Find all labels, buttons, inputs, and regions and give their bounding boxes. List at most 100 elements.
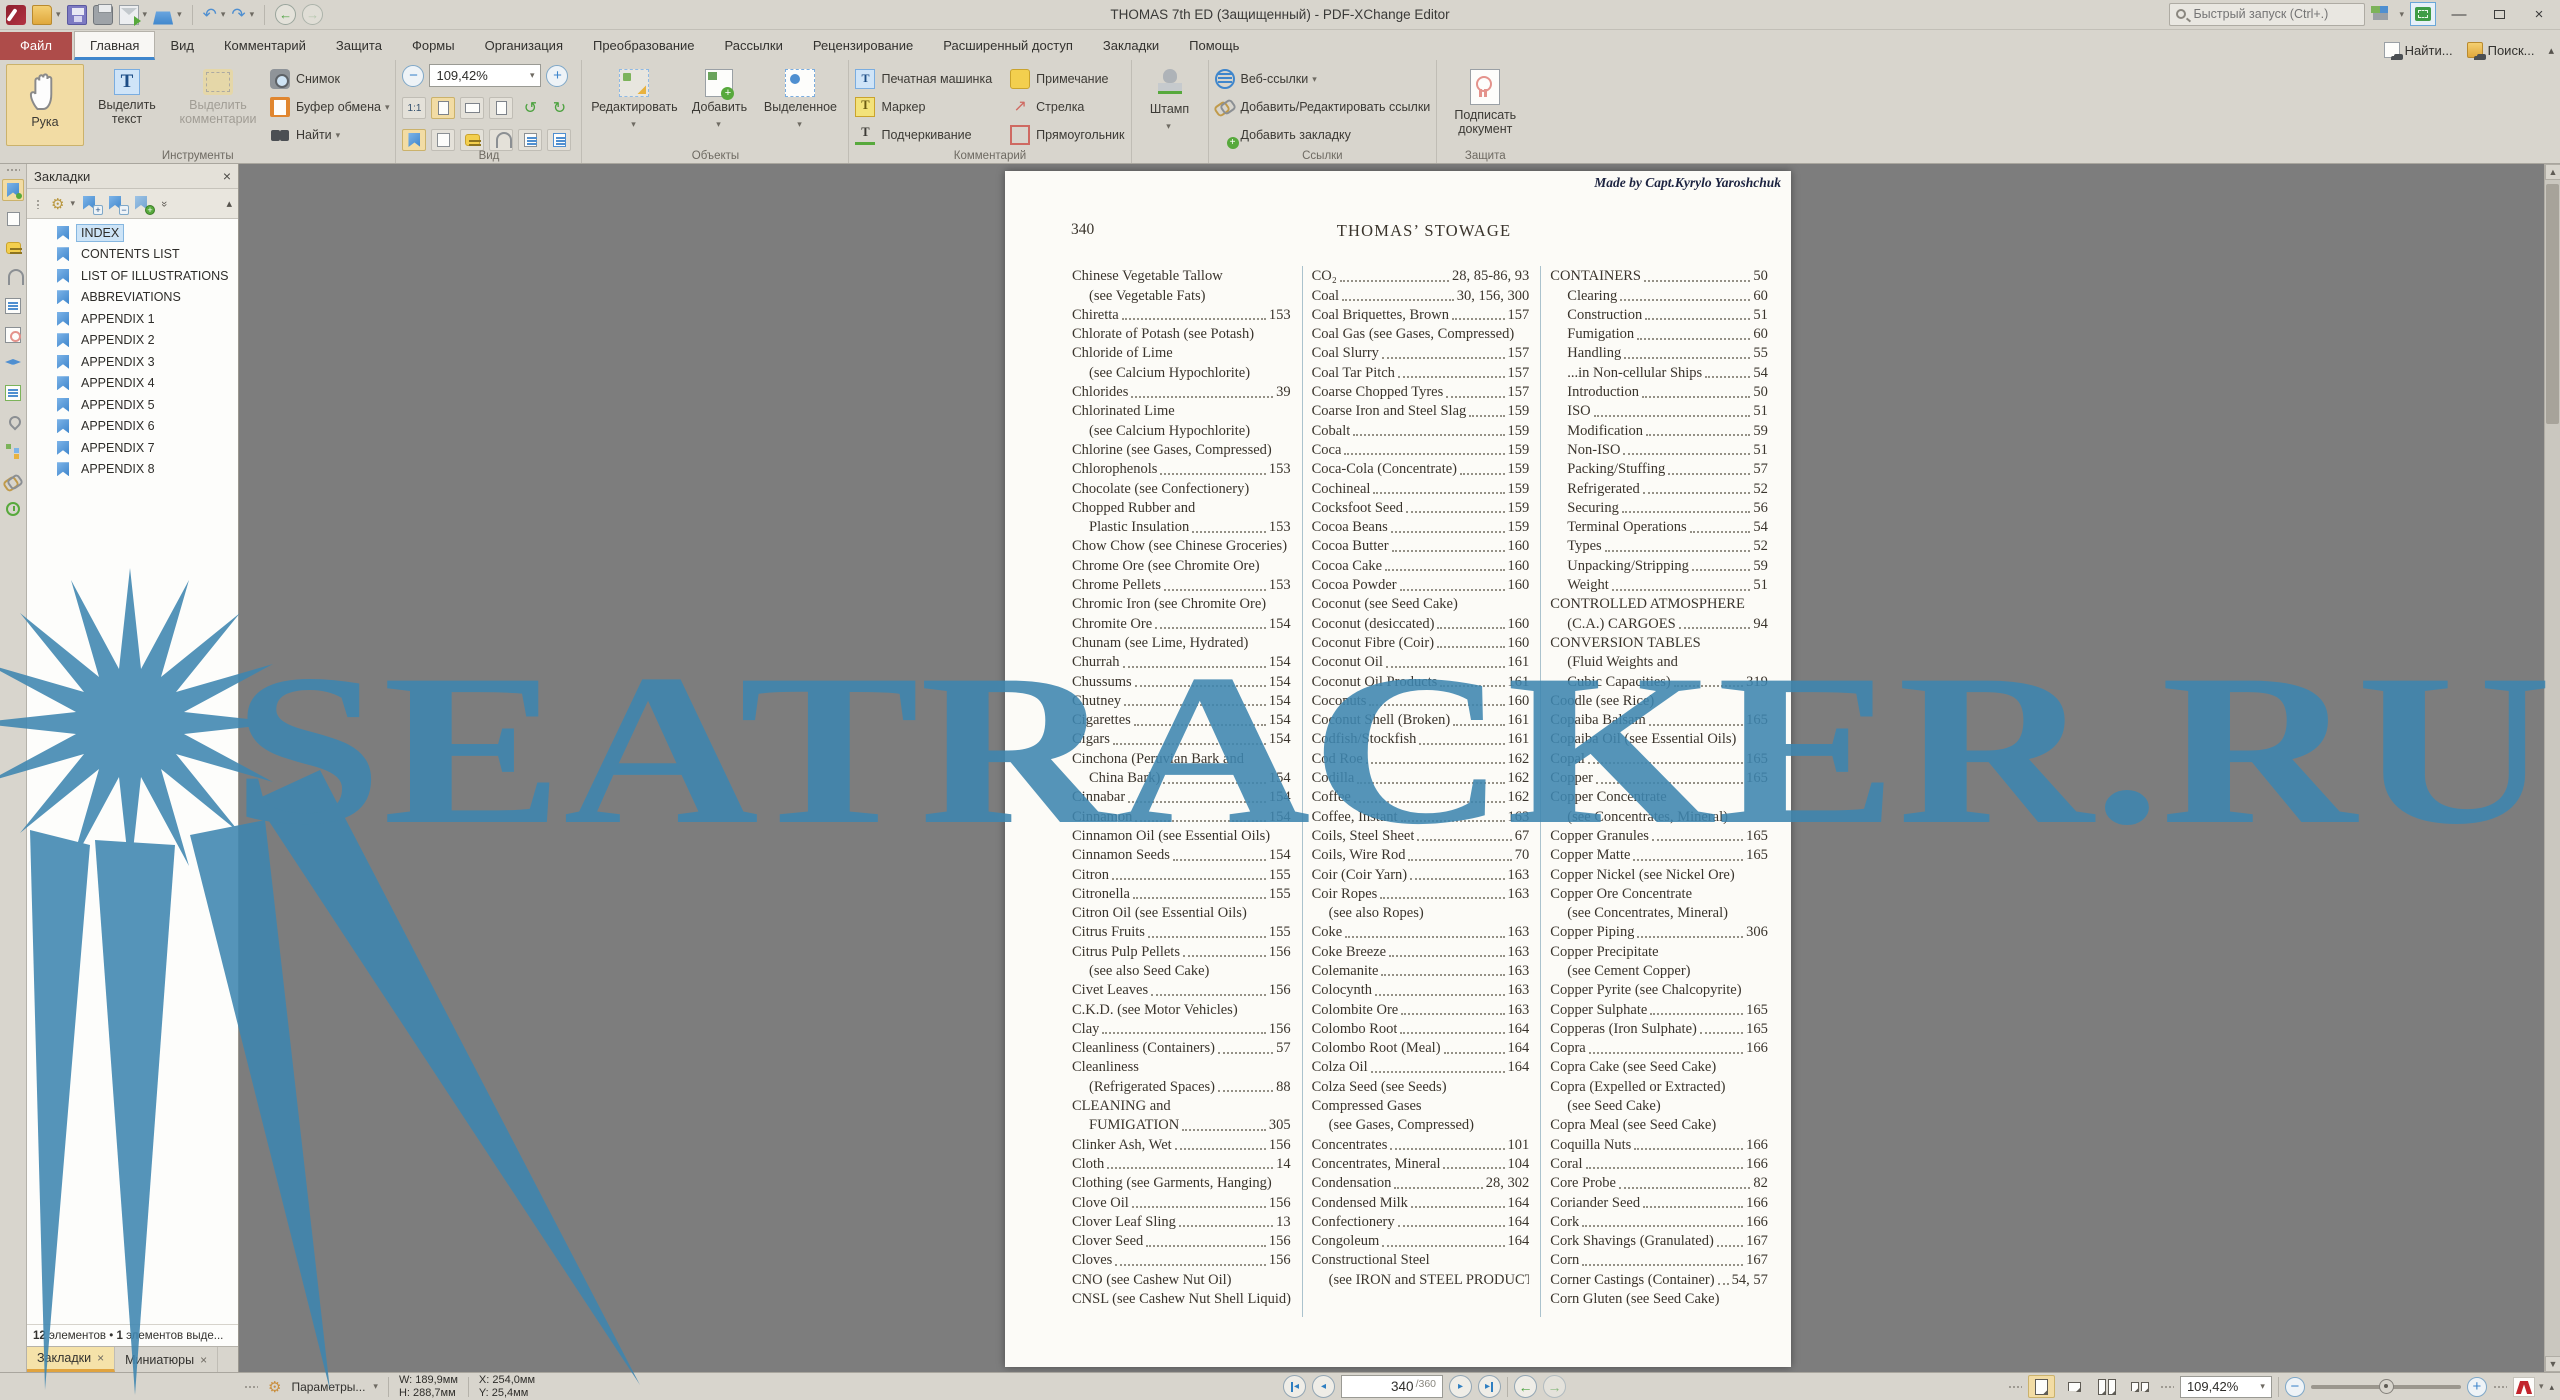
bookmarks-pane-button[interactable] xyxy=(402,129,426,151)
bookmark-item[interactable]: CONTENTS LIST xyxy=(27,244,238,266)
redo-icon[interactable]: ↷ xyxy=(231,5,245,25)
new-bookmark-icon[interactable]: + xyxy=(135,196,153,212)
menu-tab-mailings[interactable]: Рассылки xyxy=(709,32,797,60)
menu-tab-comment[interactable]: Комментарий xyxy=(209,32,321,60)
zoom-level-field[interactable]: 109,42%▾ xyxy=(429,64,541,87)
destinations-pane-tab[interactable] xyxy=(2,411,24,433)
print-icon[interactable] xyxy=(93,5,113,25)
bookmark-item[interactable]: LIST OF ILLUSTRATIONS xyxy=(27,265,238,287)
bookmark-options-icon[interactable]: ⚙ xyxy=(51,195,64,213)
clipboard-button[interactable]: Буфер обмена▾ xyxy=(270,96,389,118)
sign-document-button[interactable]: Подписать документ xyxy=(1443,64,1527,146)
fit-width-button[interactable] xyxy=(460,97,484,119)
tab-bookmarks[interactable]: Закладки× xyxy=(27,1347,115,1372)
quick-launch-input[interactable] xyxy=(2191,6,2341,22)
find-tool-button[interactable]: Найти▾ xyxy=(270,124,389,146)
document-view[interactable]: Made by Capt.Kyrylo Yaroshchuk 340 THOMA… xyxy=(239,164,2544,1372)
fit-visible-button[interactable] xyxy=(489,97,513,119)
ui-options-dropdown-icon[interactable]: ▾ xyxy=(2399,9,2404,20)
scanner-icon[interactable] xyxy=(153,5,173,25)
undo-icon[interactable]: ↶ xyxy=(203,5,217,25)
typewriter-button[interactable]: TПечатная машинка xyxy=(855,68,992,90)
options-dropdown-icon[interactable]: ▾ xyxy=(373,1381,378,1392)
menu-tab-protection[interactable]: Защита xyxy=(321,32,397,60)
select-comments-button[interactable]: Выделить комментарии xyxy=(170,64,266,146)
fit-page-button[interactable] xyxy=(431,97,455,119)
quick-launch-search[interactable] xyxy=(2169,3,2365,26)
redo-dropdown-icon[interactable]: ▾ xyxy=(250,9,255,20)
drag-handle[interactable] xyxy=(2008,1385,2022,1389)
more-tools-icon[interactable]: » xyxy=(158,200,170,206)
menu-tab-file[interactable]: Файл xyxy=(0,32,72,60)
statusbar-zoom-in-button[interactable]: + xyxy=(2467,1377,2487,1397)
drag-handle[interactable] xyxy=(36,199,40,209)
snapshot-button[interactable]: Снимок xyxy=(270,68,389,90)
menu-tab-home[interactable]: Главная xyxy=(74,31,155,60)
select-text-button[interactable]: T Выделить текст xyxy=(88,64,166,146)
edit-objects-button[interactable]: Редактировать ▾ xyxy=(588,64,680,146)
web-links-dropdown-icon[interactable]: ▾ xyxy=(1312,74,1317,85)
bookmark-item[interactable]: APPENDIX 5 xyxy=(27,394,238,416)
ui-options-icon[interactable] xyxy=(2371,4,2395,24)
expand-all-bookmarks-icon[interactable]: + xyxy=(83,196,101,212)
thumbnails-pane-tab[interactable] xyxy=(2,208,24,230)
pdf-page[interactable]: Made by Capt.Kyrylo Yaroshchuk 340 THOMA… xyxy=(1005,171,1791,1367)
add-bookmark-button[interactable]: Добавить закладку xyxy=(1215,124,1431,146)
page-number-field[interactable]: 340 /360 xyxy=(1341,1375,1443,1398)
bookmark-item[interactable]: APPENDIX 1 xyxy=(27,308,238,330)
fields-pane-tab[interactable] xyxy=(2,295,24,317)
drag-handle[interactable] xyxy=(244,1385,258,1389)
thumbnails-pane-button[interactable] xyxy=(431,129,455,151)
search-button[interactable]: Поиск... xyxy=(2467,42,2535,58)
bookmark-item[interactable]: APPENDIX 4 xyxy=(27,373,238,395)
drag-handle[interactable] xyxy=(2160,1385,2174,1389)
open-icon[interactable] xyxy=(32,5,52,25)
menu-tab-accessibility[interactable]: Расширенный доступ xyxy=(928,32,1088,60)
open-dropdown-icon[interactable]: ▾ xyxy=(56,9,61,20)
rotate-ccw-button[interactable]: ↺ xyxy=(518,97,542,119)
links-pane-tab[interactable] xyxy=(2,469,24,491)
attachments-pane-button[interactable] xyxy=(489,129,513,151)
continuous-view-button[interactable] xyxy=(2061,1375,2088,1398)
zoom-out-button[interactable]: − xyxy=(402,65,424,87)
zoom-in-button[interactable]: + xyxy=(546,65,568,87)
adobe-reader-icon[interactable] xyxy=(2513,1377,2535,1397)
options-gear-icon[interactable]: ⚙ xyxy=(268,1378,281,1396)
menu-tab-review[interactable]: Рецензирование xyxy=(798,32,928,60)
collapse-ribbon-icon[interactable]: ▴ xyxy=(2548,44,2554,57)
pane-options-button[interactable] xyxy=(547,129,571,151)
first-page-button[interactable]: ◂ xyxy=(1283,1375,1306,1398)
previous-page-button[interactable]: ◂ xyxy=(1312,1375,1335,1398)
zoom-slider-knob[interactable] xyxy=(2379,1379,2394,1394)
scrollbar-thumb[interactable] xyxy=(2546,184,2559,424)
actual-size-button[interactable]: 1:1 xyxy=(402,97,426,119)
tab-thumbnails[interactable]: Миниатюры× xyxy=(115,1347,218,1372)
highlight-button[interactable]: TМаркер xyxy=(855,96,992,118)
last-page-button[interactable]: ▸ xyxy=(1478,1375,1501,1398)
bookmarks-pane-tab[interactable] xyxy=(2,179,24,201)
add-edit-links-button[interactable]: Добавить/Редактировать ссылки xyxy=(1215,96,1431,118)
drag-handle[interactable] xyxy=(2493,1385,2507,1389)
vertical-scrollbar[interactable]: ▲ ▼ xyxy=(2544,164,2560,1372)
zoom-slider[interactable] xyxy=(2311,1385,2461,1389)
menu-tab-organize[interactable]: Организация xyxy=(470,32,578,60)
rectangle-tool-button[interactable]: Прямоугольник xyxy=(1010,124,1124,146)
statusbar-zoom-out-button[interactable]: − xyxy=(2285,1377,2305,1397)
find-button[interactable]: Найти... xyxy=(2384,42,2453,58)
menu-tab-help[interactable]: Помощь xyxy=(1174,32,1254,60)
undo-dropdown-icon[interactable]: ▾ xyxy=(221,9,226,20)
content-pane-tab[interactable] xyxy=(2,382,24,404)
drag-handle[interactable] xyxy=(6,168,20,172)
email-icon[interactable] xyxy=(119,5,139,25)
two-page-continuous-button[interactable] xyxy=(2127,1375,2154,1398)
bookmark-item[interactable]: APPENDIX 3 xyxy=(27,351,238,373)
structure-pane-tab[interactable] xyxy=(2,440,24,462)
note-button[interactable]: Примечание xyxy=(1010,68,1124,90)
menu-tab-forms[interactable]: Формы xyxy=(397,32,470,60)
fullscreen-toggle-button[interactable] xyxy=(2410,2,2436,26)
app-icon[interactable] xyxy=(6,5,26,25)
restore-button[interactable] xyxy=(2482,2,2516,26)
history-pane-tab[interactable] xyxy=(2,498,24,520)
options-button[interactable]: Параметры... xyxy=(291,1380,365,1394)
scanner-dropdown-icon[interactable]: ▾ xyxy=(177,9,182,20)
